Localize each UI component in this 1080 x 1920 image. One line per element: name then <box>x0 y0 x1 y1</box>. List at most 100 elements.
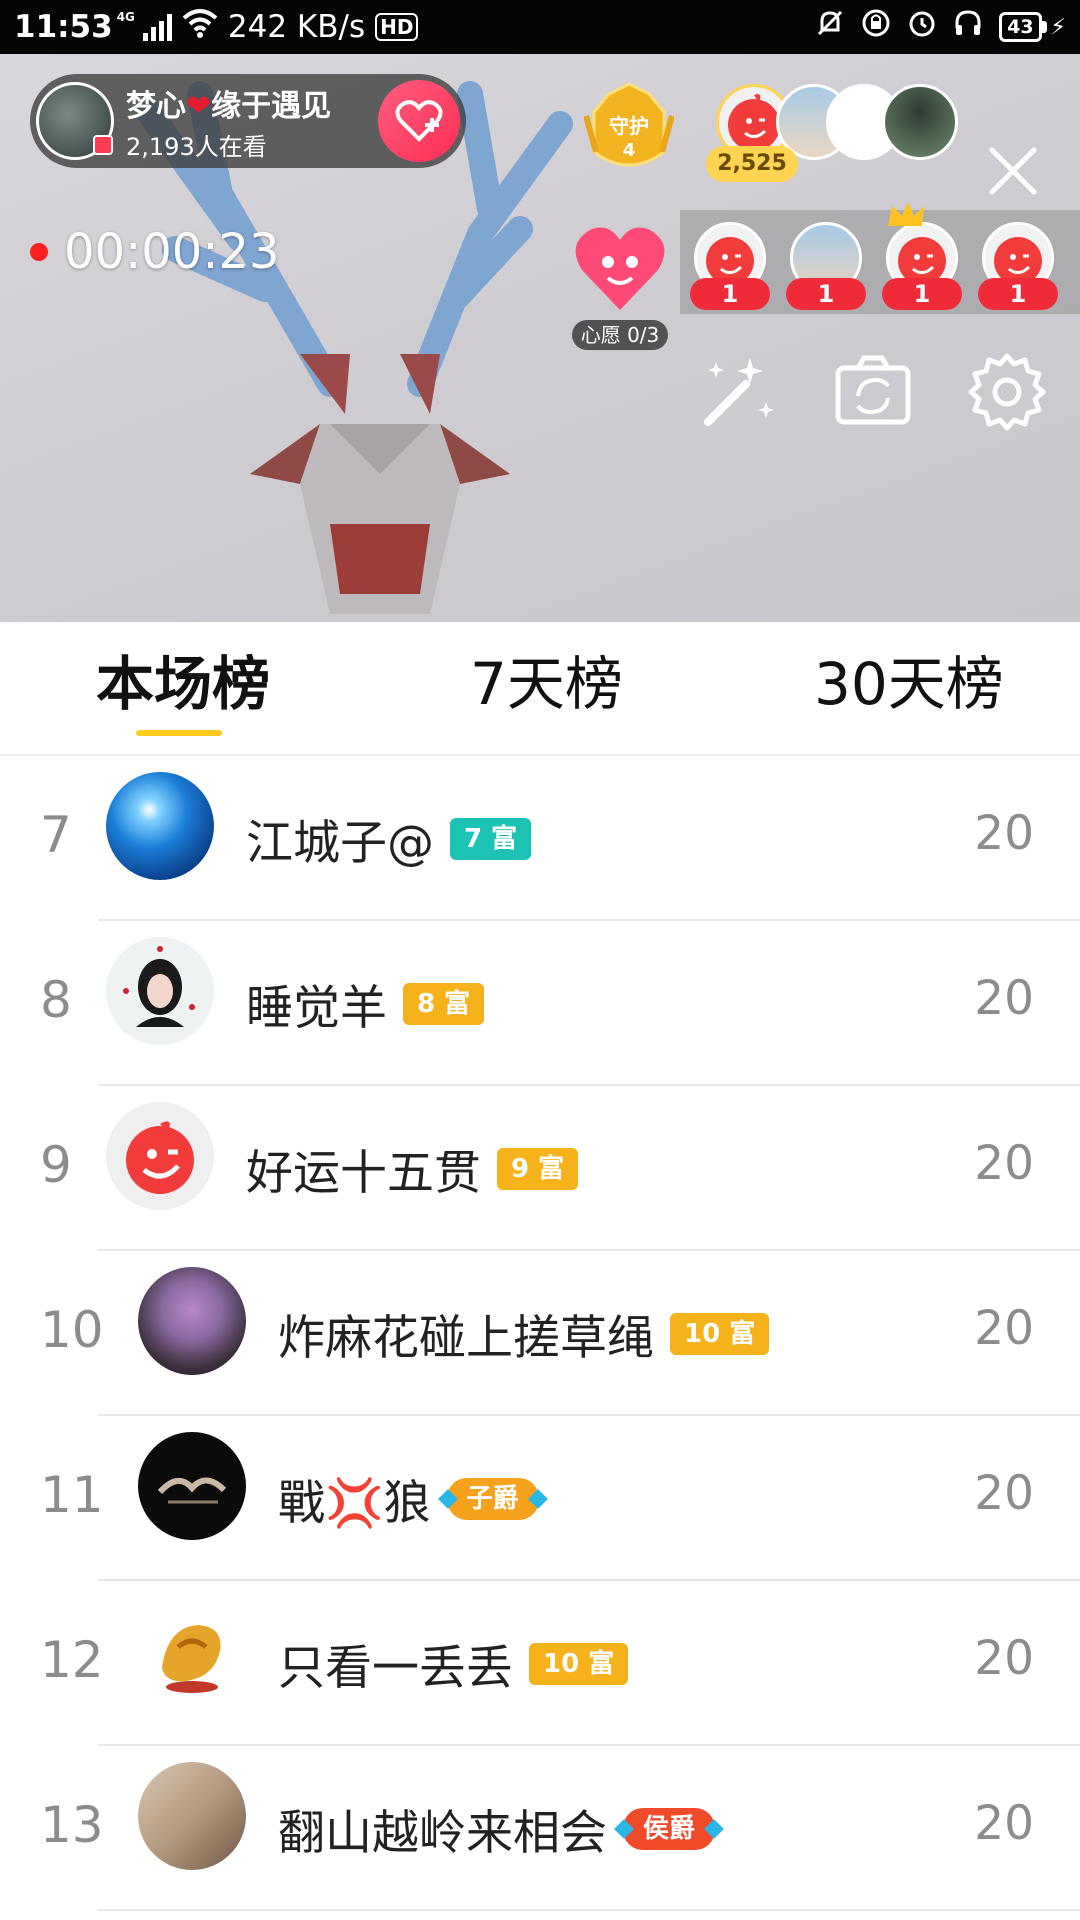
anchor-name-suffix: 缘于遇见 <box>211 88 332 124</box>
rank-number: 11 <box>40 1466 104 1524</box>
battery-icon: 43 ⚡ <box>999 12 1066 42</box>
noble-title-badge: 子爵 <box>446 1477 539 1520</box>
user-name-line: 江城子@ 7 富 <box>246 804 532 873</box>
contribution-value: 20 <box>974 1136 1034 1191</box>
noble-title-badge: 侯爵 <box>623 1807 716 1850</box>
leaderboard-row[interactable]: 10 炸麻花碰上搓草绳 10 富 20 <box>0 1251 1080 1416</box>
rank-number: 8 <box>40 971 72 1029</box>
wealth-level-badge: 8 富 <box>403 982 485 1025</box>
camera-switch-icon <box>835 355 911 425</box>
magic-wand-icon <box>704 358 774 426</box>
user-name-line: 睡觉羊 8 富 <box>246 969 485 1038</box>
headphones-icon <box>953 8 983 46</box>
anchor-avatar[interactable] <box>36 82 114 160</box>
viewer-avatar[interactable] <box>882 84 958 160</box>
wish-button[interactable]: 心愿 0/3 <box>572 204 668 350</box>
user-name-line: 只看一丢丢 10 富 <box>278 1629 629 1698</box>
fan-item[interactable]: 1 <box>978 222 1058 310</box>
contribution-value: 20 <box>974 971 1034 1026</box>
contribution-value: 20 <box>974 1796 1034 1851</box>
wealth-level-badge: 7 富 <box>450 817 532 860</box>
leaderboard-row[interactable]: 13 翻山越岭来相会 侯爵 20 <box>0 1746 1080 1911</box>
fan-count: 1 <box>786 278 866 310</box>
fan-list[interactable]: 1 1 1 1 <box>680 202 1080 314</box>
contribution-value: 20 <box>974 806 1034 861</box>
user-avatar[interactable] <box>138 1762 246 1870</box>
switch-camera-button[interactable] <box>832 350 914 432</box>
wealth-level-badge: 9 富 <box>497 1147 579 1190</box>
battery-level: 43 <box>999 12 1042 42</box>
user-name: 江城子@ <box>246 816 434 871</box>
rank-number: 9 <box>40 1136 72 1194</box>
wish-label: 心愿 0/3 <box>572 320 668 350</box>
wish-heart-icon <box>575 227 665 310</box>
contribution-score[interactable]: 2,525 <box>706 146 798 182</box>
settings-button[interactable] <box>966 350 1048 432</box>
close-icon <box>989 147 1037 195</box>
guard-count: 4 <box>622 140 636 161</box>
user-name-line: 好运十五贯 9 富 <box>246 1134 579 1203</box>
close-button[interactable] <box>982 140 1044 202</box>
user-avatar[interactable] <box>106 1102 214 1210</box>
tab-7-days[interactable]: 7天榜 <box>470 644 623 724</box>
leaderboard-row[interactable]: 9 好运十五贯 9 富 20 <box>0 1086 1080 1251</box>
timer-value: 00:00:23 <box>64 224 280 280</box>
leaderboard-list[interactable]: 7 江城子@ 7 富 20 8 睡觉羊 8 富 20 9 好运十五贯 9 富 2… <box>0 756 1080 1920</box>
network-speed: 242 KB/s <box>227 9 366 45</box>
rank-number: 7 <box>40 806 72 864</box>
fan-item[interactable]: 1 <box>690 222 770 310</box>
ranking-tabs: 本场榜 7天榜 30天榜 <box>0 622 1080 756</box>
user-name-line: 翻山越岭来相会 侯爵 <box>278 1794 716 1863</box>
leaderboard-row[interactable]: 12 只看一丢丢 10 富 20 <box>0 1581 1080 1746</box>
guard-label: 守护 <box>609 114 649 138</box>
fan-count: 1 <box>978 278 1058 310</box>
rank-number: 13 <box>40 1796 104 1854</box>
beauty-wand-button[interactable] <box>696 350 778 432</box>
fan-count: 1 <box>882 278 962 310</box>
contribution-value: 20 <box>974 1631 1034 1686</box>
live-timer: 00:00:23 <box>30 224 280 280</box>
lock-rotation-icon <box>861 8 891 46</box>
user-name: 睡觉羊 <box>246 981 387 1036</box>
tab-current-session[interactable]: 本场榜 <box>96 644 270 724</box>
wealth-level-badge: 10 富 <box>670 1312 770 1355</box>
user-avatar[interactable] <box>138 1597 246 1705</box>
user-name: 只看一丢丢 <box>278 1641 513 1696</box>
fan-item[interactable]: 1 <box>882 202 962 310</box>
hd-voice-icon: HD <box>375 13 419 41</box>
gear-icon <box>968 353 1046 431</box>
wifi-icon <box>182 8 218 46</box>
leaderboard-row[interactable]: 8 睡觉羊 8 富 20 <box>0 921 1080 1086</box>
cell-signal-icon <box>142 13 172 41</box>
fan-item[interactable]: 1 <box>786 222 866 310</box>
status-time: 11:53 <box>14 9 113 45</box>
anchor-name: 梦心 <box>126 88 186 124</box>
guard-badge[interactable]: 守护 4 <box>583 82 675 178</box>
follow-button[interactable] <box>378 80 460 162</box>
leaderboard-row[interactable]: 7 江城子@ 7 富 20 <box>0 756 1080 921</box>
live-video[interactable]: 梦心❤缘于遇见 2,193人在看 守护 4 2,525 00:00:23 心愿 … <box>0 54 1080 622</box>
user-name: 炸麻花碰上搓草绳 <box>278 1311 654 1366</box>
status-bar: 11:53 4G 242 KB/s HD 43 ⚡ <box>0 0 1080 54</box>
network-type: 4G <box>116 10 135 24</box>
mute-bell-icon <box>815 8 845 46</box>
crown-icon <box>888 202 924 226</box>
active-tab-indicator <box>136 730 222 736</box>
user-name: 戰💢狼 <box>278 1476 431 1531</box>
user-avatar[interactable] <box>138 1432 246 1540</box>
anchor-info[interactable]: 梦心❤缘于遇见 2,193人在看 <box>30 74 466 168</box>
user-name-line: 炸麻花碰上搓草绳 10 富 <box>278 1299 770 1368</box>
user-avatar[interactable] <box>106 937 214 1045</box>
heart-plus-icon <box>395 100 443 142</box>
contribution-value: 20 <box>974 1301 1034 1356</box>
leaderboard-row[interactable]: 11 戰💢狼 子爵 20 <box>0 1416 1080 1581</box>
tab-30-days[interactable]: 30天榜 <box>814 644 1004 724</box>
user-avatar[interactable] <box>106 772 214 880</box>
alarm-icon <box>907 8 937 46</box>
heart-icon: ❤ <box>186 88 212 124</box>
recording-dot-icon <box>30 243 48 261</box>
viewer-count: 2,193人在看 <box>126 132 267 161</box>
user-avatar[interactable] <box>138 1267 246 1375</box>
user-name: 翻山越岭来相会 <box>278 1806 607 1861</box>
contribution-value: 20 <box>974 1466 1034 1521</box>
